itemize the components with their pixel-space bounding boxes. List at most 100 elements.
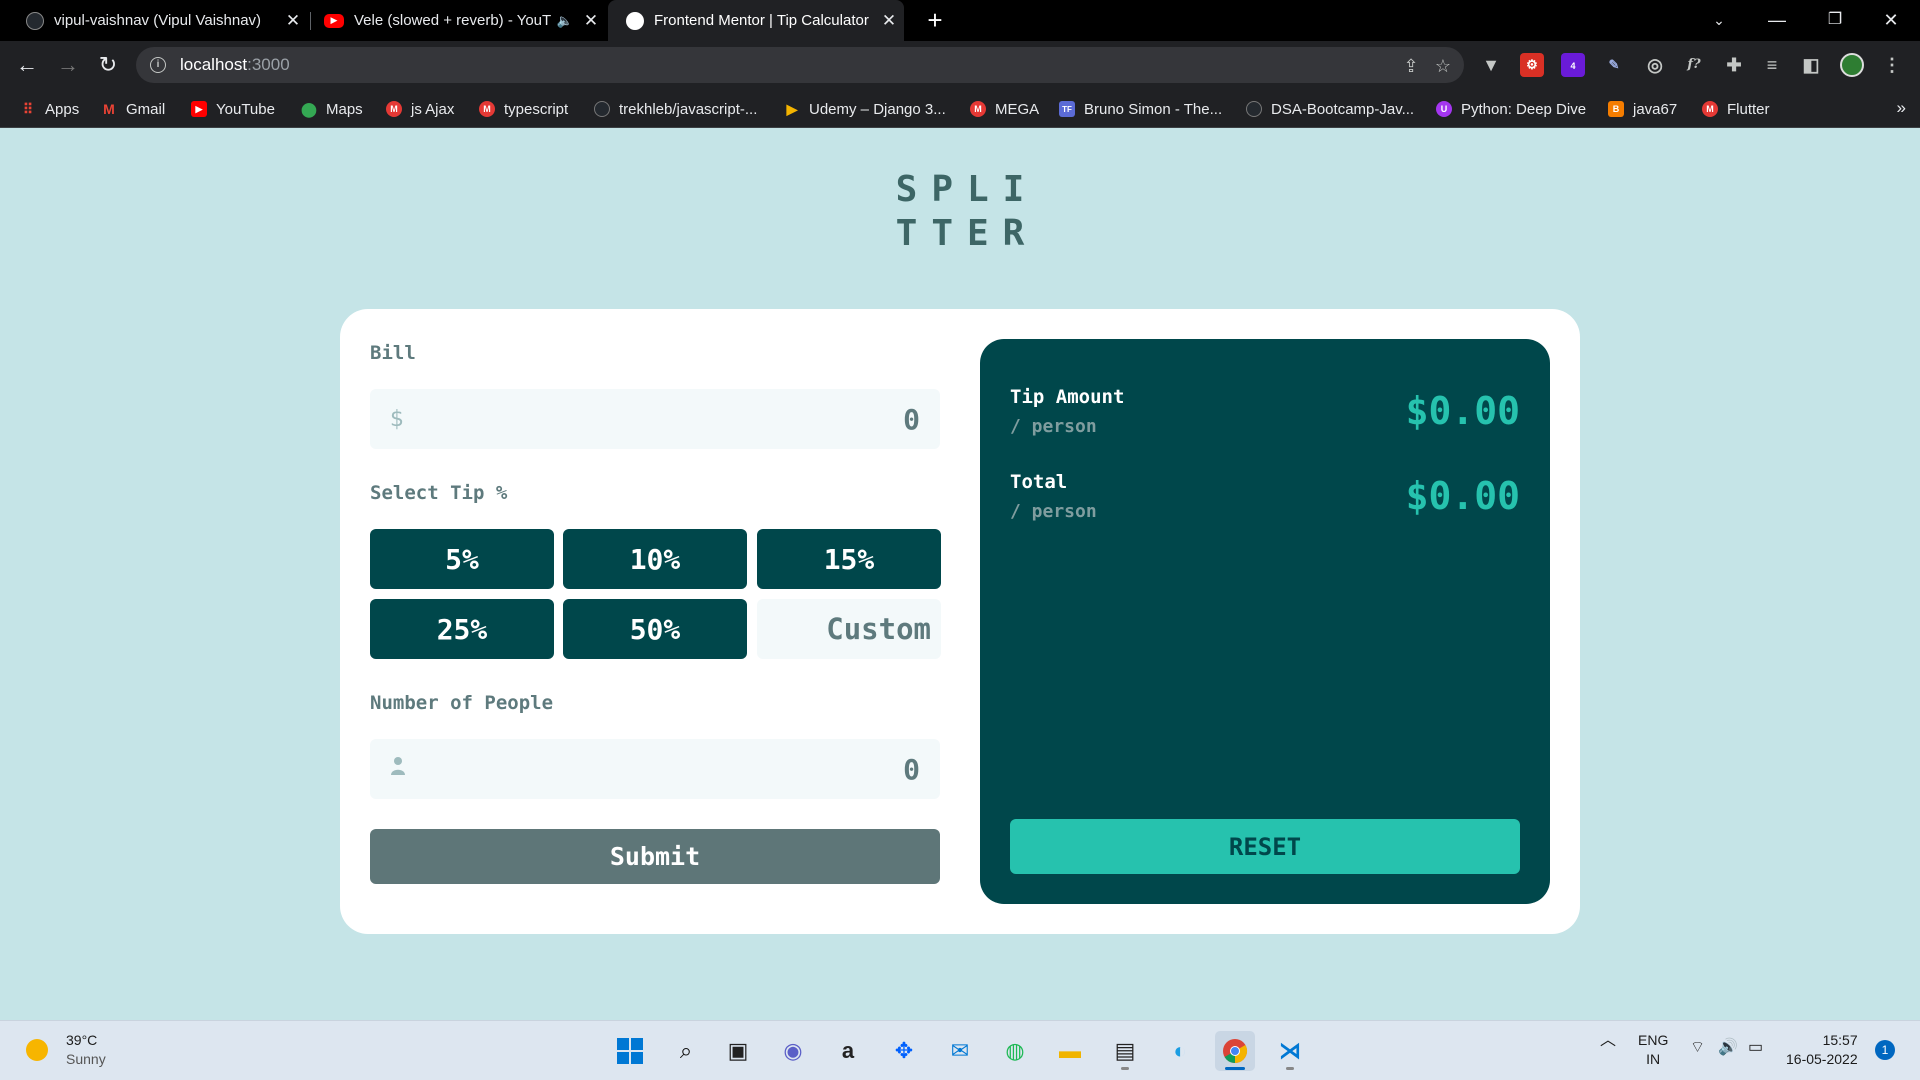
- frontendmentor-icon: [626, 11, 644, 30]
- notification-badge[interactable]: 1: [1875, 1040, 1895, 1060]
- wifi-icon[interactable]: ⌔: [1690, 1038, 1705, 1057]
- bookmark-js-ajax[interactable]: Mjs Ajax: [386, 98, 454, 120]
- terminal-icon[interactable]: ▤: [1105, 1031, 1145, 1071]
- bookmark-apps[interactable]: ⠿ Apps: [20, 98, 79, 120]
- edge-icon[interactable]: ◐: [1160, 1031, 1200, 1071]
- vscode-icon[interactable]: ⋊: [1270, 1031, 1310, 1071]
- reset-button[interactable]: RESET: [1010, 819, 1520, 874]
- tab-github[interactable]: vipul-vaishnav (Vipul Vaishnav) ✕: [8, 0, 308, 41]
- tab-strip: vipul-vaishnav (Vipul Vaishnav) ✕ ▶ Vele…: [0, 0, 1920, 41]
- bookmark-flutter[interactable]: M Flutter: [1702, 98, 1770, 120]
- total-label: Total: [1010, 471, 1068, 493]
- sun-icon: [26, 1039, 48, 1061]
- bookmark-python-deep-dive[interactable]: U Python: Deep Dive: [1436, 98, 1586, 120]
- clock[interactable]: 15:57 16-05-2022: [1786, 1031, 1858, 1069]
- mail-icon[interactable]: ✉: [940, 1031, 980, 1071]
- start-icon[interactable]: [610, 1031, 650, 1071]
- submit-button[interactable]: Submit: [370, 829, 940, 884]
- close-icon[interactable]: ✕: [874, 11, 904, 31]
- teams-chat-icon[interactable]: ◉: [773, 1031, 813, 1071]
- address-bar[interactable]: i localhost:3000 ⇪ ☆: [136, 47, 1464, 83]
- task-view-icon[interactable]: ▣: [718, 1031, 758, 1071]
- tip-15-button[interactable]: 15%: [757, 529, 941, 589]
- volume-icon[interactable]: 🔊: [1718, 1038, 1738, 1057]
- people-value: 0: [903, 752, 920, 786]
- udemy-icon: U: [1436, 101, 1452, 117]
- restore-button[interactable]: ❐: [1806, 0, 1864, 41]
- file-explorer-icon[interactable]: ▬: [1050, 1031, 1090, 1071]
- menu-kebab-icon[interactable]: ⋮: [1880, 53, 1904, 77]
- bookmark-mega[interactable]: M MEGA: [970, 98, 1039, 120]
- close-icon[interactable]: ✕: [576, 11, 606, 31]
- medium-red-icon: M: [479, 101, 495, 117]
- github-icon: [26, 11, 44, 30]
- github-icon: [1246, 101, 1262, 117]
- extensions-puzzle-icon[interactable]: ✚: [1722, 53, 1746, 77]
- vue-devtools-icon[interactable]: ▼: [1479, 53, 1503, 77]
- tab-youtube[interactable]: ▶ Vele (slowed + reverb) - YouT 🔈 ✕: [306, 0, 606, 41]
- bookmark-typescript[interactable]: Mtypescript: [479, 98, 568, 120]
- close-icon[interactable]: ✕: [278, 11, 308, 31]
- extension-purple-icon[interactable]: 4: [1561, 53, 1585, 77]
- forward-icon[interactable]: →: [53, 50, 83, 80]
- apps-grid-icon: ⠿: [22, 100, 34, 117]
- extension-red-icon[interactable]: ⚙: [1520, 53, 1544, 77]
- weather-widget[interactable]: 39°C Sunny: [26, 1031, 106, 1069]
- tab-frontend-mentor[interactable]: Frontend Mentor | Tip Calculator ✕: [608, 0, 904, 41]
- battery-icon[interactable]: ▭: [1748, 1038, 1763, 1057]
- tip-25-button[interactable]: 25%: [370, 599, 554, 659]
- tip-amount-label: Tip Amount: [1010, 386, 1125, 408]
- splitter-logo: SPLI TTER: [0, 168, 1920, 256]
- amazon-icon[interactable]: a: [828, 1031, 868, 1071]
- bookmark-gmail[interactable]: M Gmail: [101, 98, 165, 120]
- calculator-card: Bill $ 0 Select Tip % 5% 10% 15% 25% 50%…: [340, 309, 1580, 934]
- back-icon[interactable]: ←: [12, 50, 42, 80]
- github-icon: [594, 101, 610, 117]
- bookmark-youtube[interactable]: ▶ YouTube: [191, 98, 275, 120]
- tip-10-button[interactable]: 10%: [563, 529, 747, 589]
- bill-input[interactable]: $ 0: [370, 389, 940, 449]
- speaker-muted-icon[interactable]: 🔈: [554, 13, 576, 29]
- search-icon[interactable]: ⌕: [666, 1031, 706, 1071]
- grammarly-icon[interactable]: ◎: [1643, 53, 1667, 77]
- media-control-icon[interactable]: ≡: [1760, 53, 1784, 77]
- tip-50-button[interactable]: 50%: [563, 599, 747, 659]
- bookmark-bruno-simon[interactable]: TF Bruno Simon - The...: [1059, 98, 1222, 120]
- bookmark-udemy[interactable]: ▶ Udemy – Django 3...: [784, 98, 946, 120]
- tip-5-button[interactable]: 5%: [370, 529, 554, 589]
- time: 15:57: [1822, 1032, 1858, 1048]
- medium-red-icon: M: [970, 101, 986, 117]
- profile-avatar-icon[interactable]: [1840, 53, 1864, 77]
- youtube-icon: ▶: [324, 13, 344, 28]
- bookmark-maps[interactable]: ⬤ Maps: [301, 98, 363, 120]
- bookmark-star-icon[interactable]: ☆: [1432, 55, 1454, 77]
- bookmark-dsa-bootcamp[interactable]: DSA-Bootcamp-Jav...: [1246, 98, 1414, 120]
- logo-line-1: SPLI: [895, 169, 1039, 210]
- dropbox-icon[interactable]: ✥: [884, 1031, 924, 1071]
- close-window-button[interactable]: ✕: [1862, 0, 1920, 41]
- people-input[interactable]: 0: [370, 739, 940, 799]
- minimize-button[interactable]: —: [1748, 0, 1806, 41]
- language-indicator[interactable]: ENG IN: [1638, 1031, 1668, 1069]
- new-tab-button[interactable]: +: [920, 5, 950, 35]
- url-text[interactable]: localhost:3000: [180, 55, 290, 75]
- youtube-icon: ▶: [191, 101, 207, 117]
- show-hidden-icons[interactable]: ︿: [1600, 1031, 1616, 1050]
- bookmark-java67[interactable]: Bjava67: [1608, 98, 1677, 120]
- tf-icon: TF: [1059, 101, 1075, 117]
- tip-amount-value: $0.00: [1405, 389, 1520, 433]
- total-per-person: / person: [1010, 501, 1097, 522]
- bookmark-trekhleb[interactable]: trekhleb/javascript-...: [594, 98, 757, 120]
- custom-tip-input[interactable]: Custom: [757, 599, 941, 659]
- tab-search-icon[interactable]: ⌄: [1690, 0, 1748, 41]
- share-icon[interactable]: ⇪: [1400, 55, 1422, 77]
- udemy-play-icon: ▶: [786, 100, 798, 117]
- site-info-icon[interactable]: i: [150, 57, 166, 73]
- spotify-icon[interactable]: ◍: [995, 1031, 1035, 1071]
- chrome-icon[interactable]: [1215, 1031, 1255, 1071]
- whatfont-icon[interactable]: f?: [1682, 53, 1706, 77]
- reload-icon[interactable]: ↻: [93, 50, 123, 80]
- more-bookmarks-icon[interactable]: »: [1897, 98, 1906, 118]
- color-picker-icon[interactable]: ✎: [1602, 53, 1626, 77]
- side-panel-icon[interactable]: ◧: [1799, 53, 1823, 77]
